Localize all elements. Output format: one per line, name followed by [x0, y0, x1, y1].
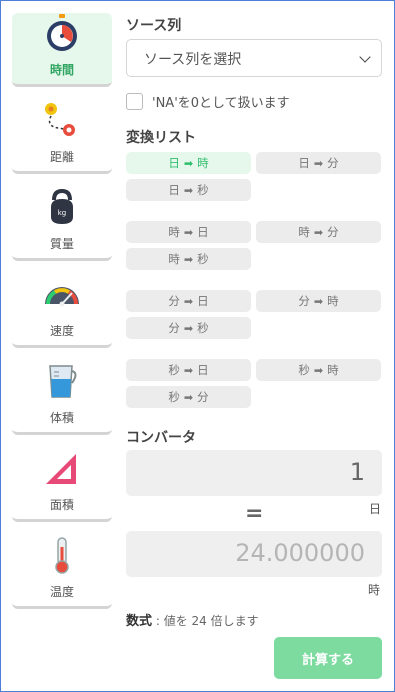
from-unit: 時: [298, 225, 310, 239]
conversion-minute-to-second[interactable]: 分 ➡ 秒: [126, 317, 251, 339]
from-unit: 分: [298, 294, 310, 308]
arrow-right-icon: ➡: [183, 390, 194, 404]
select-value: ソース列を選択: [144, 52, 242, 68]
arrow-right-icon: ➡: [313, 156, 324, 170]
sidebar-item-temperature[interactable]: 温度: [12, 535, 112, 609]
to-unit: 分: [327, 225, 339, 239]
to-unit: 日: [197, 363, 209, 377]
sidebar-item-mass[interactable]: kg 質量: [12, 187, 112, 261]
sidebar-item-label: 質量: [49, 237, 74, 251]
arrow-right-icon: ➡: [313, 294, 324, 308]
sidebar-item-distance[interactable]: 距離: [12, 100, 112, 174]
arrow-right-icon: ➡: [183, 363, 194, 377]
conversion-hour-to-minute[interactable]: 時 ➡ 分: [256, 221, 381, 243]
source-column-heading: ソース列: [126, 18, 182, 34]
converter-input[interactable]: 1: [126, 450, 382, 496]
category-sidebar: 時間 距離 kg 質量 速度 体積 面積 温度: [12, 13, 112, 622]
sidebar-item-volume[interactable]: 体積: [12, 361, 112, 435]
na-option-row: 'NA'を0として扱います: [126, 92, 290, 111]
from-unit: 時: [168, 252, 180, 266]
from-unit: 時: [168, 225, 180, 239]
conversion-second-to-hour[interactable]: 秒 ➡ 時: [256, 359, 381, 381]
sidebar-item-area[interactable]: 面積: [12, 448, 112, 522]
conversion-day-to-second[interactable]: 日 ➡ 秒: [126, 179, 251, 201]
calculate-button[interactable]: 計算する: [274, 637, 382, 679]
formula-text: : 値を 24 倍します: [152, 614, 259, 628]
to-unit: 分: [327, 156, 339, 170]
from-unit: 日: [298, 156, 310, 170]
to-unit: 時: [327, 294, 339, 308]
arrow-right-icon: ➡: [183, 252, 194, 266]
conversion-day-to-minute[interactable]: 日 ➡ 分: [256, 152, 381, 174]
converter-heading: コンバータ: [126, 430, 196, 446]
speedometer-icon: [45, 287, 79, 307]
kettlebell-icon: kg: [51, 188, 73, 224]
conversion-hour-to-second[interactable]: 時 ➡ 秒: [126, 248, 251, 270]
to-unit: 分: [197, 390, 209, 404]
equals-sign: =: [245, 501, 264, 526]
sidebar-item-speed[interactable]: 速度: [12, 274, 112, 348]
arrow-right-icon: ➡: [183, 294, 194, 308]
source-column-select[interactable]: ソース列を選択: [126, 39, 382, 77]
from-unit: 日: [168, 183, 180, 197]
input-unit-label: 日: [369, 502, 382, 516]
conversion-day-to-hour[interactable]: 日 ➡ 時: [126, 152, 251, 174]
from-unit: 分: [168, 321, 180, 335]
formula-line: 数式 : 値を 24 倍します: [126, 610, 259, 629]
conversion-minute-to-day[interactable]: 分 ➡ 日: [126, 290, 251, 312]
output-unit-label: 時: [368, 583, 381, 597]
arrow-right-icon: ➡: [183, 156, 194, 170]
measuring-cup-icon: [49, 365, 77, 398]
to-unit: 時: [197, 156, 209, 170]
to-unit: 時: [327, 363, 339, 377]
sidebar-item-label: 温度: [49, 585, 74, 599]
from-unit: 秒: [168, 363, 180, 377]
to-unit: 日: [197, 225, 209, 239]
na-as-zero-checkbox[interactable]: [126, 92, 143, 110]
from-unit: 分: [168, 294, 180, 308]
sidebar-item-label: 時間: [49, 63, 74, 77]
formula-label: 数式: [126, 614, 153, 629]
to-unit: 秒: [197, 321, 209, 335]
from-unit: 秒: [168, 390, 180, 404]
from-unit: 秒: [298, 363, 310, 377]
to-unit: 日: [197, 294, 209, 308]
to-unit: 秒: [197, 252, 209, 266]
to-unit: 秒: [197, 183, 209, 197]
svg-text:kg: kg: [58, 209, 67, 217]
conversion-hour-to-day[interactable]: 時 ➡ 日: [126, 221, 251, 243]
map-route-icon: [45, 103, 75, 136]
thermometer-icon: [55, 537, 69, 574]
conversion-list-heading: 変換リスト: [126, 130, 196, 146]
sidebar-item-label: 速度: [49, 324, 74, 338]
chevron-down-icon: [359, 51, 371, 63]
conversion-minute-to-hour[interactable]: 分 ➡ 時: [256, 290, 381, 312]
triangle-ruler-icon: [46, 454, 76, 484]
stopwatch-icon: [47, 14, 77, 51]
arrow-right-icon: ➡: [313, 225, 324, 239]
arrow-right-icon: ➡: [183, 225, 194, 239]
sidebar-item-label: 距離: [49, 150, 74, 164]
conversion-second-to-minute[interactable]: 秒 ➡ 分: [126, 386, 251, 408]
conversion-second-to-day[interactable]: 秒 ➡ 日: [126, 359, 251, 381]
arrow-right-icon: ➡: [313, 363, 324, 377]
app-frame: 時間 距離 kg 質量 速度 体積 面積 温度 ソース列 ソース列を選択 'NA…: [0, 0, 395, 692]
na-as-zero-label: 'NA'を0として扱います: [152, 95, 290, 111]
arrow-right-icon: ➡: [183, 183, 194, 197]
sidebar-item-time[interactable]: 時間: [12, 13, 112, 87]
arrow-right-icon: ➡: [183, 321, 194, 335]
sidebar-item-label: 面積: [49, 498, 74, 512]
converter-output: 24.000000: [126, 531, 382, 577]
sidebar-item-label: 体積: [49, 411, 74, 425]
from-unit: 日: [168, 156, 180, 170]
